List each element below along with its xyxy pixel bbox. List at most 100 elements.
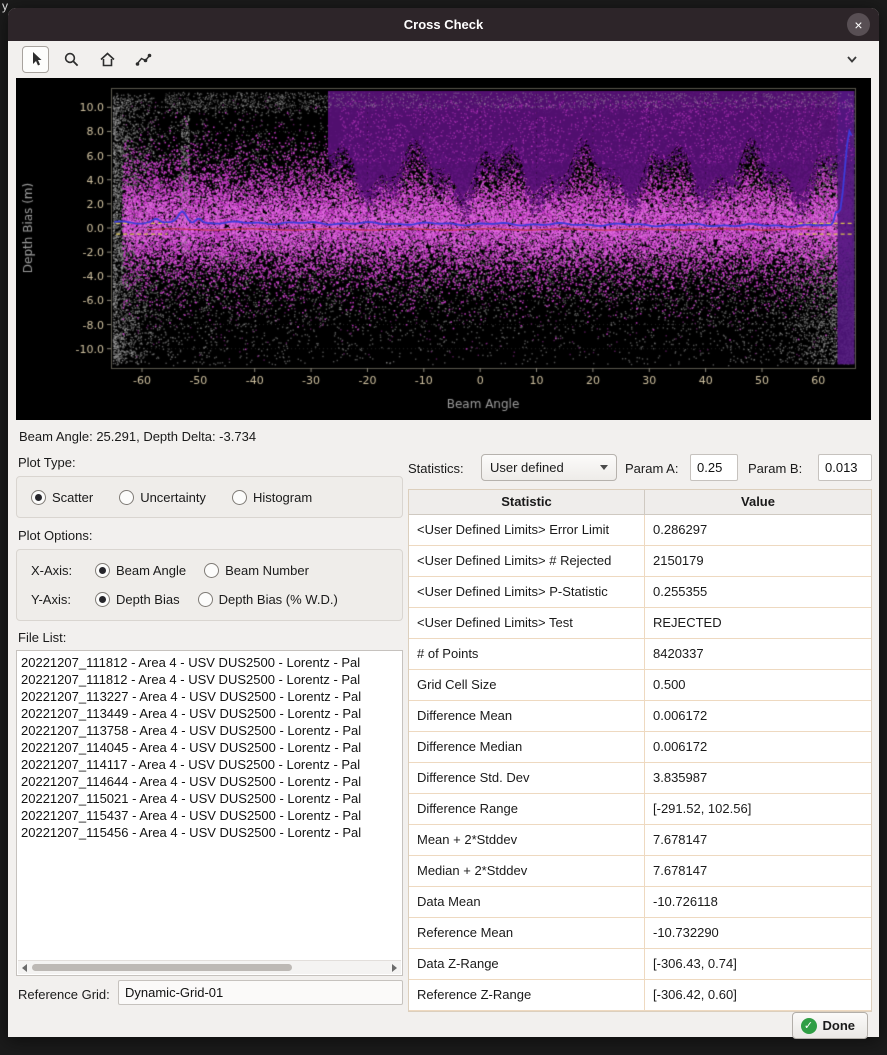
horizontal-scrollbar[interactable] <box>18 960 401 974</box>
stat-value-cell: [-291.52, 102.56] <box>645 794 871 824</box>
statistics-label: Statistics: <box>408 461 464 476</box>
stat-value-cell: [-306.42, 0.60] <box>645 980 871 1010</box>
radio-button-icon <box>95 563 110 578</box>
done-button[interactable]: ✓ Done <box>792 1012 869 1039</box>
cursor-icon <box>28 51 44 67</box>
home-button[interactable] <box>94 46 121 73</box>
statistics-dropdown[interactable]: User defined <box>481 454 617 481</box>
stats-table-row: <User Defined Limits> TestREJECTED <box>409 608 871 639</box>
collapse-chevron-button[interactable] <box>838 46 865 73</box>
stat-name-cell: Reference Mean <box>409 918 645 948</box>
select-tool-button[interactable] <box>22 46 49 73</box>
stats-table-row: <User Defined Limits> Error Limit0.28629… <box>409 515 871 546</box>
stat-name-cell: <User Defined Limits> P-Statistic <box>409 577 645 607</box>
file-list-item[interactable]: 20221207_114117 - Area 4 - USV DUS2500 -… <box>21 756 401 773</box>
file-list-item[interactable]: 20221207_115437 - Area 4 - USV DUS2500 -… <box>21 807 401 824</box>
stat-value-cell: 7.678147 <box>645 825 871 855</box>
file-list-item[interactable]: 20221207_113227 - Area 4 - USV DUS2500 -… <box>21 688 401 705</box>
stats-table-row: Grid Cell Size0.500 <box>409 670 871 701</box>
file-list-item[interactable]: 20221207_111812 - Area 4 - USV DUS2500 -… <box>21 671 401 688</box>
radio-uncertainty[interactable]: Uncertainty <box>119 490 206 505</box>
x-axis-row: X-Axis: Beam Angle Beam Number <box>31 563 402 578</box>
plot-config-button[interactable] <box>130 46 157 73</box>
close-button[interactable]: × <box>847 13 870 36</box>
param-a-input[interactable] <box>690 454 738 481</box>
stat-name-cell: Difference Range <box>409 794 645 824</box>
radio-button-icon <box>198 592 213 607</box>
stat-name-cell: <User Defined Limits> # Rejected <box>409 546 645 576</box>
stat-value-cell: 7.678147 <box>645 856 871 886</box>
stat-name-cell: Difference Mean <box>409 701 645 731</box>
stat-value-cell: 0.286297 <box>645 515 871 545</box>
stat-name-cell: Median + 2*Stddev <box>409 856 645 886</box>
file-list[interactable]: 20221207_111812 - Area 4 - USV DUS2500 -… <box>16 650 403 976</box>
reference-grid-input[interactable] <box>118 980 403 1005</box>
file-list-item[interactable]: 20221207_111812 - Area 4 - USV DUS2500 -… <box>21 654 401 671</box>
radio-scatter[interactable]: Scatter <box>31 490 93 505</box>
cursor-readout: Beam Angle: 25.291, Depth Delta: -3.734 <box>19 429 256 444</box>
scrollbar-thumb[interactable] <box>32 964 292 971</box>
stat-value-cell: 0.006172 <box>645 732 871 762</box>
stats-table-row: Difference Median0.006172 <box>409 732 871 763</box>
radio-button-icon <box>95 592 110 607</box>
radio-label: Scatter <box>52 490 93 505</box>
radio-label: Beam Angle <box>116 563 186 578</box>
stats-table-row: Reference Z-Range[-306.42, 0.60] <box>409 980 871 1011</box>
stat-value-cell: 0.500 <box>645 670 871 700</box>
toolbar <box>8 41 879 77</box>
file-list-item[interactable]: 20221207_114045 - Area 4 - USV DUS2500 -… <box>21 739 401 756</box>
param-b-input[interactable] <box>818 454 872 481</box>
radio-label: Beam Number <box>225 563 309 578</box>
stat-name-cell: Difference Median <box>409 732 645 762</box>
stat-name-cell: <User Defined Limits> Error Limit <box>409 515 645 545</box>
radio-beam-angle[interactable]: Beam Angle <box>95 563 186 578</box>
param-b-label: Param B: <box>748 461 802 476</box>
zoom-tool-button[interactable] <box>58 46 85 73</box>
stat-name-cell: Data Mean <box>409 887 645 917</box>
file-list-item[interactable]: 20221207_114644 - Area 4 - USV DUS2500 -… <box>21 773 401 790</box>
scroll-right-arrow[interactable] <box>388 961 401 974</box>
statistics-table-body: <User Defined Limits> Error Limit0.28629… <box>409 515 871 1011</box>
file-list-item[interactable]: 20221207_113758 - Area 4 - USV DUS2500 -… <box>21 722 401 739</box>
done-check-icon: ✓ <box>801 1018 817 1034</box>
stat-value-cell: 2150179 <box>645 546 871 576</box>
stats-table-row: Difference Range[-291.52, 102.56] <box>409 794 871 825</box>
magnifier-icon <box>63 51 80 68</box>
window-title: Cross Check <box>404 17 483 32</box>
radio-button-icon <box>119 490 134 505</box>
reference-grid-label: Reference Grid: <box>18 987 110 1002</box>
plot-config-icon <box>135 51 152 68</box>
radio-depth-bias[interactable]: Depth Bias <box>95 592 180 607</box>
crosscheck-scatter-plot[interactable] <box>16 78 871 420</box>
y-axis-row: Y-Axis: Depth Bias Depth Bias (% W.D.) <box>31 592 402 607</box>
titlebar[interactable]: Cross Check × <box>8 8 879 41</box>
x-axis-label: X-Axis: <box>31 563 77 578</box>
file-list-item[interactable]: 20221207_115456 - Area 4 - USV DUS2500 -… <box>21 824 401 841</box>
file-list-item[interactable]: 20221207_115021 - Area 4 - USV DUS2500 -… <box>21 790 401 807</box>
radio-label: Uncertainty <box>140 490 206 505</box>
file-list-label: File List: <box>18 630 66 645</box>
plot-options-label: Plot Options: <box>18 528 92 543</box>
stats-table-row: <User Defined Limits> # Rejected2150179 <box>409 546 871 577</box>
desktop-background: y Cross Check × Beam Angle: 25.291, <box>0 0 887 1055</box>
statistics-table-header: Statistic Value <box>409 490 871 515</box>
stat-value-cell: 3.835987 <box>645 763 871 793</box>
radio-histogram[interactable]: Histogram <box>232 490 312 505</box>
stats-table-row: Mean + 2*Stddev7.678147 <box>409 825 871 856</box>
radio-depth-bias-pct[interactable]: Depth Bias (% W.D.) <box>198 592 338 607</box>
plot-options-group: X-Axis: Beam Angle Beam Number Y-Axis: D… <box>16 549 403 621</box>
stat-value-cell: 0.255355 <box>645 577 871 607</box>
done-button-label: Done <box>823 1018 856 1033</box>
stats-table-row: Median + 2*Stddev7.678147 <box>409 856 871 887</box>
radio-label: Depth Bias <box>116 592 180 607</box>
file-list-items: 20221207_111812 - Area 4 - USV DUS2500 -… <box>21 654 401 960</box>
stat-name-cell: Reference Z-Range <box>409 980 645 1010</box>
scroll-left-arrow[interactable] <box>18 961 31 974</box>
stat-name-cell: Grid Cell Size <box>409 670 645 700</box>
stat-value-cell: [-306.43, 0.74] <box>645 949 871 979</box>
stat-name-cell: Difference Std. Dev <box>409 763 645 793</box>
radio-beam-number[interactable]: Beam Number <box>204 563 309 578</box>
plot-type-label: Plot Type: <box>18 455 76 470</box>
stat-value-cell: 0.006172 <box>645 701 871 731</box>
file-list-item[interactable]: 20221207_113449 - Area 4 - USV DUS2500 -… <box>21 705 401 722</box>
